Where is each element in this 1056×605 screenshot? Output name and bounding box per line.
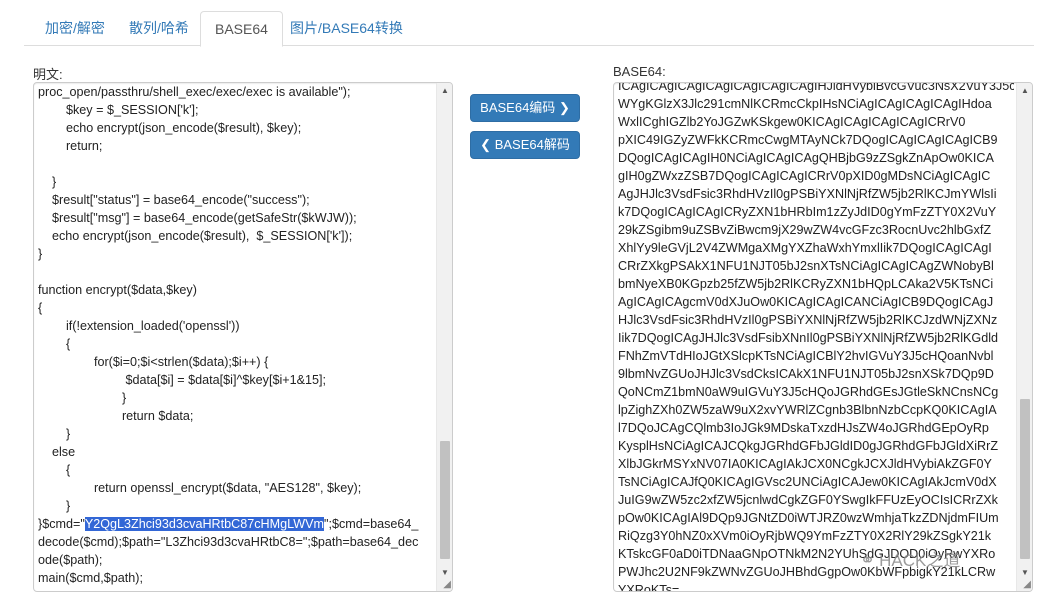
plaintext-scrollbar[interactable]: ▲ ▼ [436, 83, 452, 591]
chevron-right-icon: ❯ [558, 100, 570, 115]
plaintext-before: proc_open/passthru/shell_exec/exec/exec … [38, 85, 362, 531]
base64-scroll-thumb[interactable] [1020, 399, 1030, 559]
plaintext-label: 明文: [33, 67, 63, 82]
base64-scrollbar[interactable]: ▲ ▼ [1016, 83, 1032, 591]
wechat-icon: ⚭ [860, 550, 876, 570]
scroll-up-icon[interactable]: ▲ [437, 83, 452, 99]
tab-bar: 加密/解密 散列/哈希 BASE64 图片/BASE64转换 [24, 8, 1034, 47]
tab-base64[interactable]: BASE64 [200, 11, 283, 47]
tab-encrypt-decrypt[interactable]: 加密/解密 [31, 11, 119, 47]
plaintext-content: proc_open/passthru/shell_exec/exec/exec … [38, 83, 434, 591]
watermark: ⚭ HACK之道 [860, 546, 960, 571]
resize-handle-icon[interactable]: ◢ [1021, 580, 1031, 590]
base64-label: BASE64: [613, 64, 666, 79]
scroll-up-icon[interactable]: ▲ [1017, 83, 1032, 99]
plaintext-textarea[interactable]: proc_open/passthru/shell_exec/exec/exec … [33, 82, 453, 592]
watermark-text: HACK之道 [879, 551, 961, 570]
plaintext-scroll-thumb[interactable] [440, 441, 450, 559]
base64-decode-button[interactable]: ❮ BASE64解码 [470, 131, 580, 159]
tab-hash[interactable]: 散列/哈希 [115, 11, 203, 47]
chevron-left-icon: ❮ [480, 137, 492, 152]
base64-content: ICAgICAgICAgICAgICAgICAgICAgIHJldHVybiBv… [618, 82, 1014, 591]
base64-encode-button[interactable]: BASE64编码 ❯ [470, 94, 580, 122]
base64-textarea[interactable]: ICAgICAgICAgICAgICAgICAgICAgIHJldHVybiBv… [613, 82, 1033, 592]
base64-decode-label: BASE64解码 [494, 137, 570, 152]
tab-image-base64[interactable]: 图片/BASE64转换 [276, 11, 417, 47]
plaintext-selection: Y2QgL3Zhci93d3cvaHRtbC87cHMgLWVm [84, 517, 324, 531]
resize-handle-icon[interactable]: ◢ [441, 580, 451, 590]
base64-encode-label: BASE64编码 [480, 100, 556, 115]
